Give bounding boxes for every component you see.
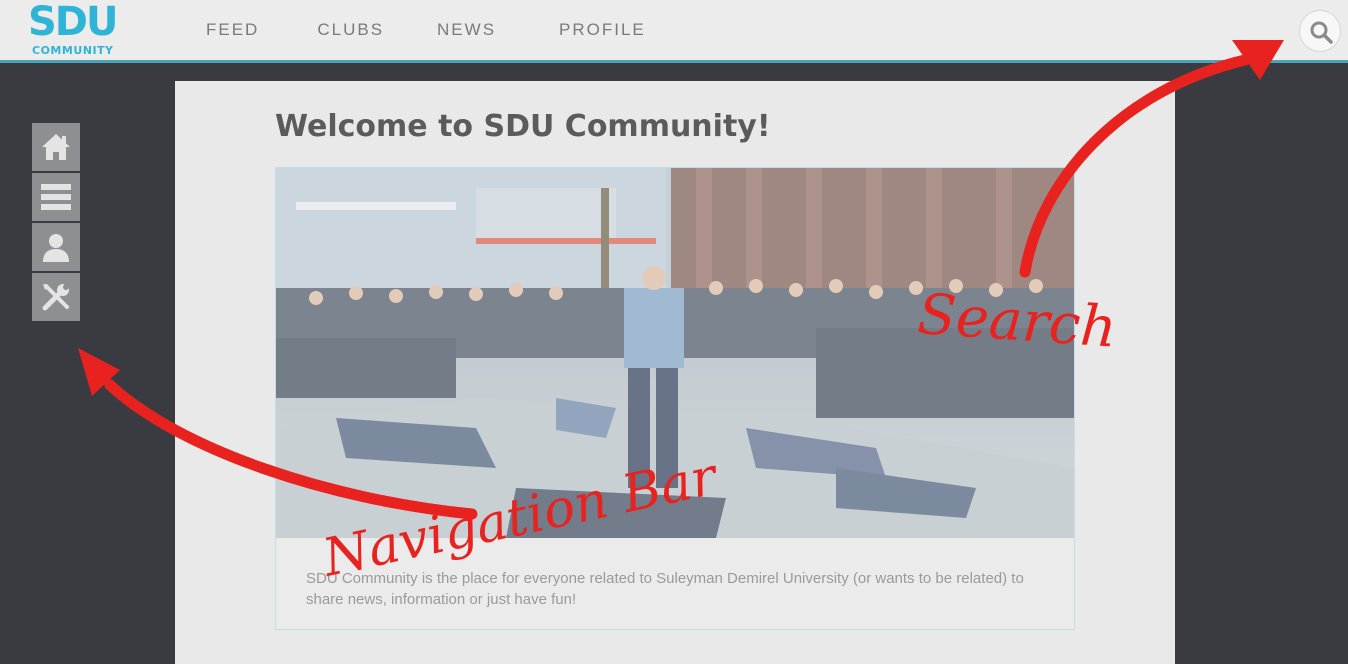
logo-sub-text: COMMUNITY xyxy=(32,44,114,57)
logo-main-text: SDU xyxy=(28,0,118,45)
content-panel: Welcome to SDU Community! SDU Community … xyxy=(175,81,1175,664)
sidebar-item-profile[interactable] xyxy=(32,223,80,271)
sidebar-item-home[interactable] xyxy=(32,123,80,171)
top-bar: SDU COMMUNITY FEED CLUBS NEWS PROFILE xyxy=(0,0,1348,63)
annotation-search-label: Search xyxy=(915,282,1119,361)
nav-arrowhead xyxy=(78,348,120,396)
menu-icon xyxy=(41,184,71,210)
search-button[interactable] xyxy=(1299,10,1341,52)
sidebar-item-settings[interactable] xyxy=(32,273,80,321)
tools-icon xyxy=(42,284,69,311)
nav-profile[interactable]: PROFILE xyxy=(559,20,646,40)
user-icon xyxy=(43,234,69,262)
sdu-logo[interactable]: SDU COMMUNITY xyxy=(28,0,128,60)
nav-feed[interactable]: FEED xyxy=(206,20,259,40)
welcome-description: SDU Community is the place for everyone … xyxy=(306,570,1024,608)
side-navigation xyxy=(32,123,80,323)
nav-clubs[interactable]: CLUBS xyxy=(317,20,384,40)
search-icon xyxy=(1310,21,1333,44)
top-nav: FEED CLUBS NEWS PROFILE xyxy=(206,20,698,40)
home-icon xyxy=(42,134,70,160)
page-title: Welcome to SDU Community! xyxy=(275,109,771,144)
sidebar-item-menu[interactable] xyxy=(32,173,80,221)
nav-news[interactable]: NEWS xyxy=(437,20,496,40)
